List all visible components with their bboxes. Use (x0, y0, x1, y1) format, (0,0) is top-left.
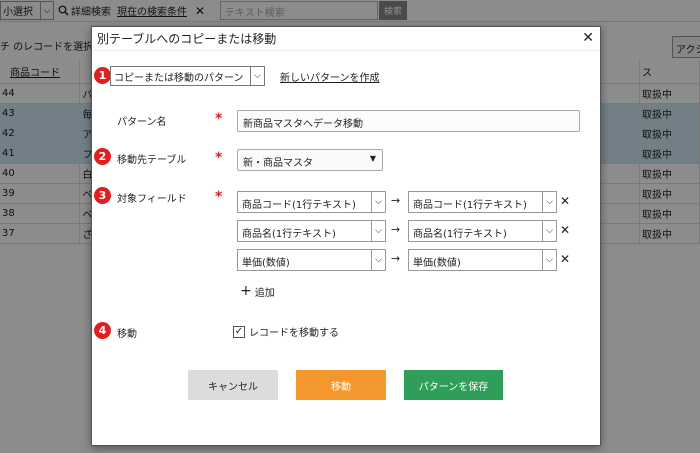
chevron-down-icon: ⌵ (542, 250, 556, 270)
source-field-value: 商品名(1行テキスト) (242, 229, 336, 240)
pattern-select-dropdown[interactable]: コピーまたは移動のパターン ⌵ (110, 66, 265, 86)
arrow-right-icon: → (391, 223, 401, 236)
destination-table-value: 新・商品マスタ (243, 158, 313, 169)
add-field-label: 追加 (254, 287, 275, 299)
chevron-down-icon: ⌵ (371, 221, 385, 241)
save-pattern-button[interactable]: パターンを保存 (404, 370, 503, 400)
arrow-right-icon: → (391, 194, 401, 207)
chevron-down-icon: ⌵ (542, 192, 556, 212)
remove-field-icon[interactable]: ✕ (560, 252, 570, 266)
cancel-button[interactable]: キャンセル (188, 370, 278, 400)
chevron-down-icon: ⌵ (371, 250, 385, 270)
target-fields-label: 対象フィールド (117, 194, 187, 205)
move-button[interactable]: 移動 (296, 370, 386, 400)
remove-field-icon[interactable]: ✕ (560, 223, 570, 237)
chevron-down-icon: ⌵ (250, 67, 264, 85)
required-mark: * (215, 150, 223, 166)
step-badge-2: 2 (94, 148, 111, 165)
target-field-value: 商品名(1行テキスト) (413, 229, 507, 240)
target-field-value: 単価(数値) (413, 258, 461, 269)
source-field-select[interactable]: 商品コード(1行テキスト) ⌵ (237, 191, 386, 213)
pattern-select-value: コピーまたは移動のパターン (114, 72, 244, 84)
chevron-down-icon: ⌵ (371, 192, 385, 212)
target-field-select[interactable]: 商品名(1行テキスト) ⌵ (408, 220, 557, 242)
step-badge-1: 1 (94, 67, 111, 84)
required-mark: * (215, 111, 223, 127)
target-field-select[interactable]: 単価(数値) ⌵ (408, 249, 557, 271)
dialog-title: 別テーブルへのコピーまたは移動 (97, 32, 277, 46)
plus-icon: + (240, 283, 252, 299)
dialog-header: 別テーブルへのコピーまたは移動 (92, 27, 600, 51)
checkmark-icon[interactable]: ✓ (233, 325, 245, 338)
source-field-select[interactable]: 単価(数値) ⌵ (237, 249, 386, 271)
move-records-checkbox[interactable]: ✓ レコードを移動する (233, 324, 339, 339)
source-field-value: 単価(数値) (242, 258, 290, 269)
copy-move-dialog: 別テーブルへのコピーまたは移動 ✕ 1 コピーまたは移動のパターン ⌵ 新しいパ… (91, 26, 601, 446)
target-field-value: 商品コード(1行テキスト) (413, 200, 527, 211)
remove-field-icon[interactable]: ✕ (560, 194, 570, 208)
pattern-name-label: パターン名 (117, 117, 167, 128)
arrow-right-icon: → (391, 252, 401, 265)
new-pattern-link[interactable]: 新しいパターンを作成 (280, 69, 380, 84)
step-badge-4: 4 (94, 322, 111, 339)
target-field-select[interactable]: 商品コード(1行テキスト) ⌵ (408, 191, 557, 213)
source-field-select[interactable]: 商品名(1行テキスト) ⌵ (237, 220, 386, 242)
required-mark: * (215, 189, 223, 205)
move-records-checkbox-label: レコードを移動する (249, 328, 339, 339)
destination-table-select[interactable]: 新・商品マスタ ▼ (237, 149, 383, 171)
step-badge-3: 3 (94, 187, 111, 204)
pattern-name-input[interactable]: 新商品マスタへデータ移動 (237, 110, 580, 132)
close-icon[interactable]: ✕ (582, 30, 594, 46)
caret-down-icon: ▼ (369, 154, 376, 163)
destination-table-label: 移動先テーブル (117, 155, 187, 166)
source-field-value: 商品コード(1行テキスト) (242, 200, 356, 211)
move-label: 移動 (117, 329, 137, 340)
chevron-down-icon: ⌵ (542, 221, 556, 241)
add-field-button[interactable]: + 追加 (240, 283, 275, 299)
